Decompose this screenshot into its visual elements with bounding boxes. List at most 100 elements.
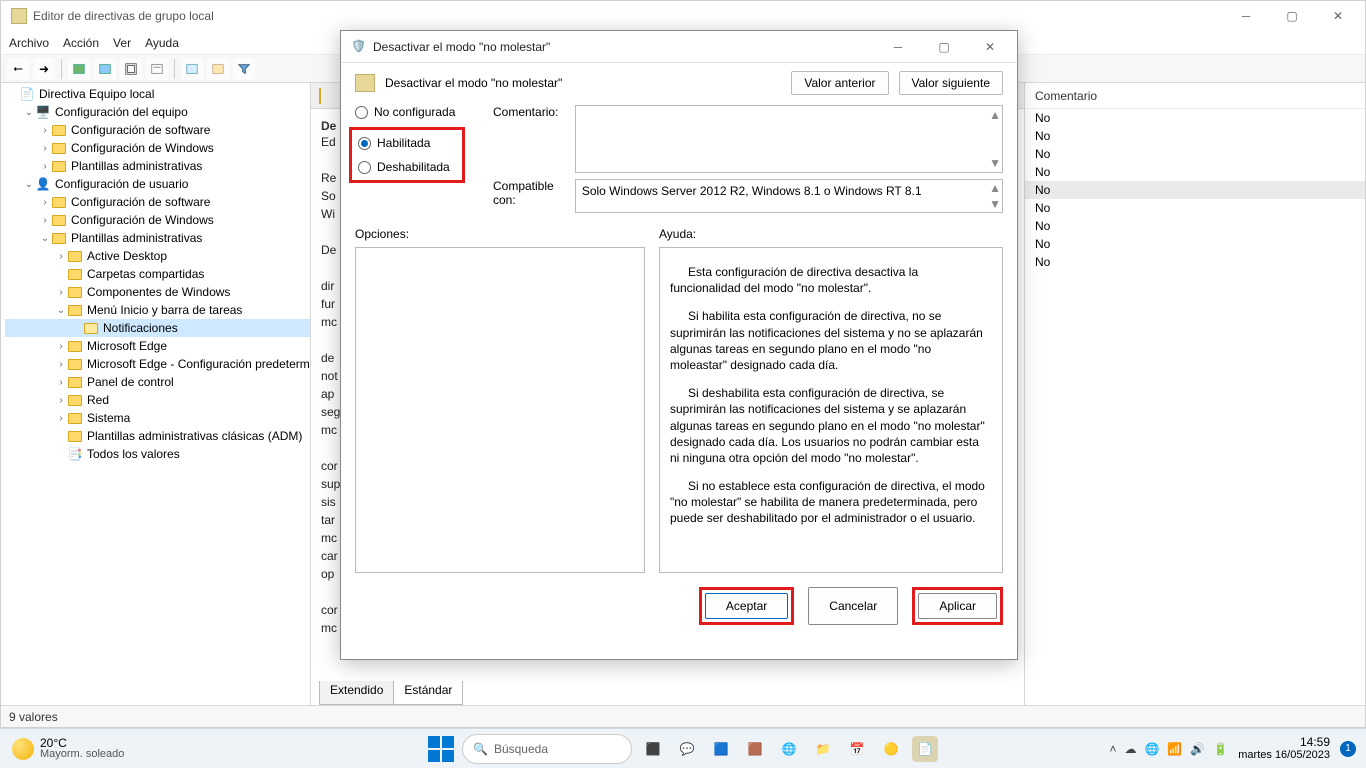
tab-estandar[interactable]: Estándar: [393, 681, 463, 705]
list-item[interactable]: No: [1025, 253, 1365, 271]
toolbar-btn-6[interactable]: [207, 58, 229, 80]
options-label: Opciones:: [355, 227, 659, 241]
tree-notificaciones[interactable]: Notificaciones: [5, 319, 310, 337]
tree-item[interactable]: 📑Todos los valores: [5, 445, 310, 463]
policy-name: Desactivar el modo "no molestar": [385, 76, 781, 90]
list-item[interactable]: No: [1025, 109, 1365, 127]
list-item[interactable]: No: [1025, 145, 1365, 163]
statusbar: 9 valores: [1, 705, 1365, 727]
taskbar-app-1[interactable]: 🟦: [708, 736, 734, 762]
right-column: Comentario No No No No No No No No No: [1025, 83, 1365, 705]
tree-item[interactable]: ›Red: [5, 391, 310, 409]
radio-not-configured[interactable]: No configurada: [355, 105, 475, 119]
language-icon[interactable]: 🌐: [1144, 742, 1159, 756]
tree-item[interactable]: ›Configuración de software: [5, 121, 310, 139]
highlight-apply: Aplicar: [912, 587, 1003, 625]
wifi-icon[interactable]: 📶: [1167, 742, 1182, 756]
dialog-close-button[interactable]: ✕: [967, 32, 1013, 62]
volume-icon[interactable]: 🔊: [1190, 742, 1205, 756]
tree-menu-inicio[interactable]: ⌄Menú Inicio y barra de tareas: [5, 301, 310, 319]
dialog-title: Desactivar el modo "no molestar": [373, 40, 875, 54]
toolbar-btn-3[interactable]: [120, 58, 142, 80]
toolbar-separator: [61, 59, 62, 79]
notification-badge[interactable]: 1: [1340, 741, 1356, 757]
tree-item[interactable]: ›Componentes de Windows: [5, 283, 310, 301]
toolbar-btn-1[interactable]: [68, 58, 90, 80]
taskbar-app-2[interactable]: 🟫: [742, 736, 768, 762]
search-input[interactable]: 🔍 Búsqueda: [462, 734, 632, 764]
list-item[interactable]: No: [1025, 217, 1365, 235]
weather-icon: [12, 738, 34, 760]
chat-icon[interactable]: 💬: [674, 736, 700, 762]
apply-button[interactable]: Aplicar: [918, 593, 997, 619]
filter-icon[interactable]: [233, 58, 255, 80]
radio-disabled[interactable]: Deshabilitada: [358, 160, 454, 174]
tree-cfg-usuario[interactable]: ⌄👤Configuración de usuario: [5, 175, 310, 193]
edge-icon[interactable]: 🌐: [776, 736, 802, 762]
ok-button[interactable]: Aceptar: [705, 593, 788, 619]
menu-accion[interactable]: Acción: [63, 36, 99, 50]
dialog-icon: 🛡️: [351, 39, 367, 55]
compat-box: Solo Windows Server 2012 R2, Windows 8.1…: [575, 179, 1003, 213]
next-setting-button[interactable]: Valor siguiente: [899, 71, 1004, 95]
highlight-radio-group: Habilitada Deshabilitada: [349, 127, 465, 183]
toolbar-separator: [174, 59, 175, 79]
tree-item[interactable]: ›Panel de control: [5, 373, 310, 391]
taskbar-clock[interactable]: 14:59 martes 16/05/2023: [1238, 736, 1330, 761]
comment-input[interactable]: ▲▼: [575, 105, 1003, 173]
toolbar-btn-2[interactable]: [94, 58, 116, 80]
tree-item[interactable]: ›Configuración de Windows: [5, 139, 310, 157]
taskbar-weather[interactable]: 20°C Mayorm. soleado: [0, 737, 124, 760]
menu-ver[interactable]: Ver: [113, 36, 131, 50]
tree-item[interactable]: ›Plantillas administrativas: [5, 157, 310, 175]
calendar-icon[interactable]: 📅: [844, 736, 870, 762]
compat-label: Compatible con:: [493, 179, 565, 213]
tree-item[interactable]: ›Microsoft Edge: [5, 337, 310, 355]
forward-button[interactable]: ➜: [33, 58, 55, 80]
menu-ayuda[interactable]: Ayuda: [145, 36, 179, 50]
minimize-button[interactable]: ─: [1223, 1, 1269, 31]
tree-item[interactable]: ›Microsoft Edge - Configuración predeter…: [5, 355, 310, 373]
tree-item[interactable]: ›Active Desktop: [5, 247, 310, 265]
tree-pane[interactable]: 📄Directiva Equipo local ⌄🖥️Configuración…: [1, 83, 311, 705]
list-item[interactable]: No: [1025, 181, 1365, 199]
tree-item[interactable]: Plantillas administrativas clásicas (ADM…: [5, 427, 310, 445]
main-title: Editor de directivas de grupo local: [33, 9, 1223, 23]
list-item[interactable]: No: [1025, 127, 1365, 145]
list-item[interactable]: No: [1025, 163, 1365, 181]
dialog-maximize-button[interactable]: ▢: [921, 32, 967, 62]
main-titlebar: Editor de directivas de grupo local ─ ▢ …: [1, 1, 1365, 31]
tree-item[interactable]: ›Configuración de software: [5, 193, 310, 211]
tree-root[interactable]: 📄Directiva Equipo local: [5, 85, 310, 103]
radio-enabled[interactable]: Habilitada: [358, 136, 454, 150]
previous-setting-button[interactable]: Valor anterior: [791, 71, 888, 95]
tree-cfg-equipo[interactable]: ⌄🖥️Configuración del equipo: [5, 103, 310, 121]
tree-item[interactable]: ›Sistema: [5, 409, 310, 427]
col-header-comentario[interactable]: Comentario: [1025, 83, 1365, 109]
onedrive-icon[interactable]: ☁: [1124, 742, 1136, 756]
tab-extendido[interactable]: Extendido: [319, 681, 394, 705]
policy-dialog: 🛡️ Desactivar el modo "no molestar" ─ ▢ …: [340, 30, 1018, 660]
tree-plantillas[interactable]: ⌄Plantillas administrativas: [5, 229, 310, 247]
chrome-icon[interactable]: 🟡: [878, 736, 904, 762]
tree-item[interactable]: Carpetas compartidas: [5, 265, 310, 283]
gpedit-taskbar-icon[interactable]: 📄: [912, 736, 938, 762]
menu-archivo[interactable]: Archivo: [9, 36, 49, 50]
list-item[interactable]: No: [1025, 235, 1365, 253]
task-view-icon[interactable]: ⬛: [640, 736, 666, 762]
system-tray[interactable]: ˄ ☁ 🌐 📶 🔊 🔋: [1109, 742, 1228, 756]
explorer-icon[interactable]: 📁: [810, 736, 836, 762]
start-button[interactable]: [428, 736, 454, 762]
dialog-minimize-button[interactable]: ─: [875, 32, 921, 62]
back-button[interactable]: ⭠: [7, 58, 29, 80]
close-button[interactable]: ✕: [1315, 1, 1361, 31]
toolbar-btn-4[interactable]: [146, 58, 168, 80]
battery-icon[interactable]: 🔋: [1213, 742, 1228, 756]
maximize-button[interactable]: ▢: [1269, 1, 1315, 31]
tree-item[interactable]: ›Configuración de Windows: [5, 211, 310, 229]
cancel-button[interactable]: Cancelar: [808, 587, 898, 625]
chevron-up-icon[interactable]: ˄: [1109, 742, 1116, 756]
toolbar-btn-5[interactable]: [181, 58, 203, 80]
help-label: Ayuda:: [659, 227, 696, 241]
list-item[interactable]: No: [1025, 199, 1365, 217]
